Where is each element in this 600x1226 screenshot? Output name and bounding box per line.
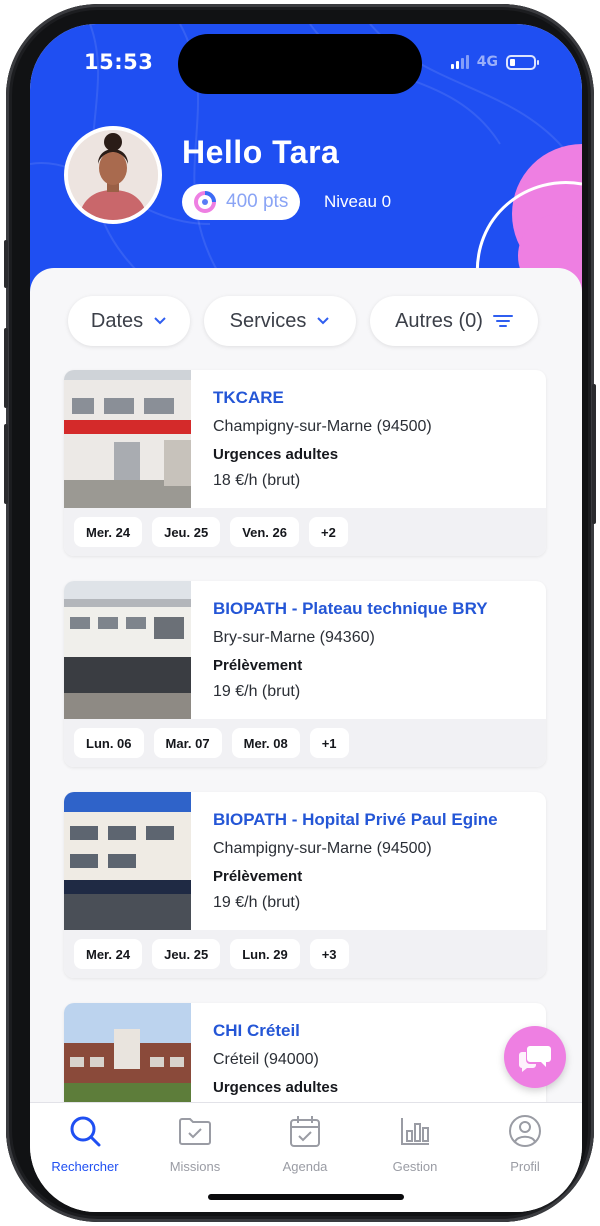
filter-others[interactable]: Autres (0) [370,296,538,346]
filter-dates[interactable]: Dates [68,296,190,346]
power-button [592,384,596,524]
offer-photo [64,581,191,719]
more-dates-chip[interactable]: +3 [309,939,349,969]
bar-chart-icon [401,1118,429,1145]
filter-icon [492,315,513,327]
chevron-down-icon [317,317,330,325]
phone-frame: 15:53 4G Hello Tara 400 pts Niveau 0 Dat… [4,4,596,1222]
volume-down-button [4,424,8,504]
nav-label: Missions [169,1159,221,1174]
offer-title: CHI Créteil [213,1021,300,1040]
filter-others-label: Autres (0) [395,309,483,332]
offer-dates: Lun. 06 Mar. 07 Mer. 08 +1 [64,719,546,767]
avatar[interactable] [64,126,162,224]
offer-location: Champigny-sur-Marne (94500) [213,418,432,435]
offer-service: Urgences adultes [213,1079,339,1096]
date-chip[interactable]: Mer. 08 [231,728,300,758]
silent-switch [4,240,8,288]
date-chip[interactable]: Lun. 29 [230,939,300,969]
offers-panel: Dates Services Autres (0) TKCARE Champig… [30,268,582,1128]
chat-button[interactable] [504,1026,566,1088]
offer-dates: Mer. 24 Jeu. 25 Lun. 29 +3 [64,930,546,978]
offer-title: TKCARE [213,388,284,407]
date-chip[interactable]: Jeu. 25 [152,517,221,547]
date-chip[interactable]: Mer. 24 [74,517,143,547]
chevron-down-icon [154,317,166,325]
battery-icon [506,54,539,70]
app-screen: 15:53 4G Hello Tara 400 pts Niveau 0 Dat… [30,24,582,1212]
nav-missions[interactable]: Missions [140,1111,250,1174]
filter-services-label: Services [229,309,307,332]
greeting-title: Hello Tara [182,134,340,170]
search-icon [70,1116,101,1147]
offer-rate: 19 €/h (brut) [213,683,301,700]
offer-card[interactable]: TKCARE Champigny-sur-Marne (94500) Urgen… [64,370,546,556]
level-label: Niveau 0 [324,192,392,211]
offer-service: Urgences adultes [213,446,339,463]
date-chip[interactable]: Mar. 07 [153,728,222,758]
offer-service: Prélèvement [213,868,303,885]
offer-card[interactable]: BIOPATH - Hopital Privé Paul Egine Champ… [64,792,546,978]
user-avatar-photo [68,130,158,220]
offer-title: BIOPATH - Hopital Privé Paul Egine [213,810,498,829]
network-label: 4G [476,54,498,70]
date-chip[interactable]: Mer. 24 [74,939,143,969]
more-dates-chip[interactable]: +2 [309,517,348,547]
user-circle-icon [509,1115,541,1147]
offer-photo [64,792,191,930]
nav-label: Agenda [282,1159,328,1174]
status-icons: 4G [450,54,539,70]
offer-location: Bry-sur-Marne (94360) [213,629,375,646]
signal-icon [450,55,469,69]
offer-service: Prélèvement [213,657,303,674]
nav-label: Profil [510,1159,540,1174]
filter-services[interactable]: Services [204,296,356,346]
date-chip[interactable]: Jeu. 25 [152,939,221,969]
date-chip[interactable]: Lun. 06 [74,728,144,758]
nav-rechercher[interactable]: Rechercher [30,1111,140,1174]
volume-up-button [4,328,8,408]
offer-photo [64,370,191,508]
status-time: 15:53 [84,50,154,74]
offer-card[interactable]: BIOPATH - Plateau technique BRY Bry-sur-… [64,581,546,767]
nav-agenda[interactable]: Agenda [250,1111,360,1174]
folder-check-icon [179,1118,211,1145]
date-chip[interactable]: Ven. 26 [230,517,299,547]
offer-rate: 18 €/h (brut) [213,472,301,489]
more-dates-chip[interactable]: +1 [309,728,349,758]
offer-rate: 19 €/h (brut) [213,894,301,911]
chat-bubbles-icon [519,1046,551,1072]
calendar-check-icon [290,1116,320,1147]
filter-bar: Dates Services Autres (0) [66,296,546,346]
nav-label: Rechercher [51,1159,119,1174]
points-value: 400 pts [226,191,289,212]
offer-location: Créteil (94000) [213,1051,319,1068]
nav-profil[interactable]: Profil [470,1111,580,1174]
nav-label: Gestion [392,1159,438,1174]
points-logo-icon [194,191,216,213]
dynamic-island [178,34,422,94]
home-indicator [208,1194,404,1200]
offer-location: Champigny-sur-Marne (94500) [213,840,432,857]
filter-dates-label: Dates [90,309,144,332]
points-badge[interactable]: 400 pts [182,184,301,220]
nav-gestion[interactable]: Gestion [360,1111,470,1174]
offer-title: BIOPATH - Plateau technique BRY [213,599,488,618]
offer-dates: Mer. 24 Jeu. 25 Ven. 26 +2 [64,508,546,556]
